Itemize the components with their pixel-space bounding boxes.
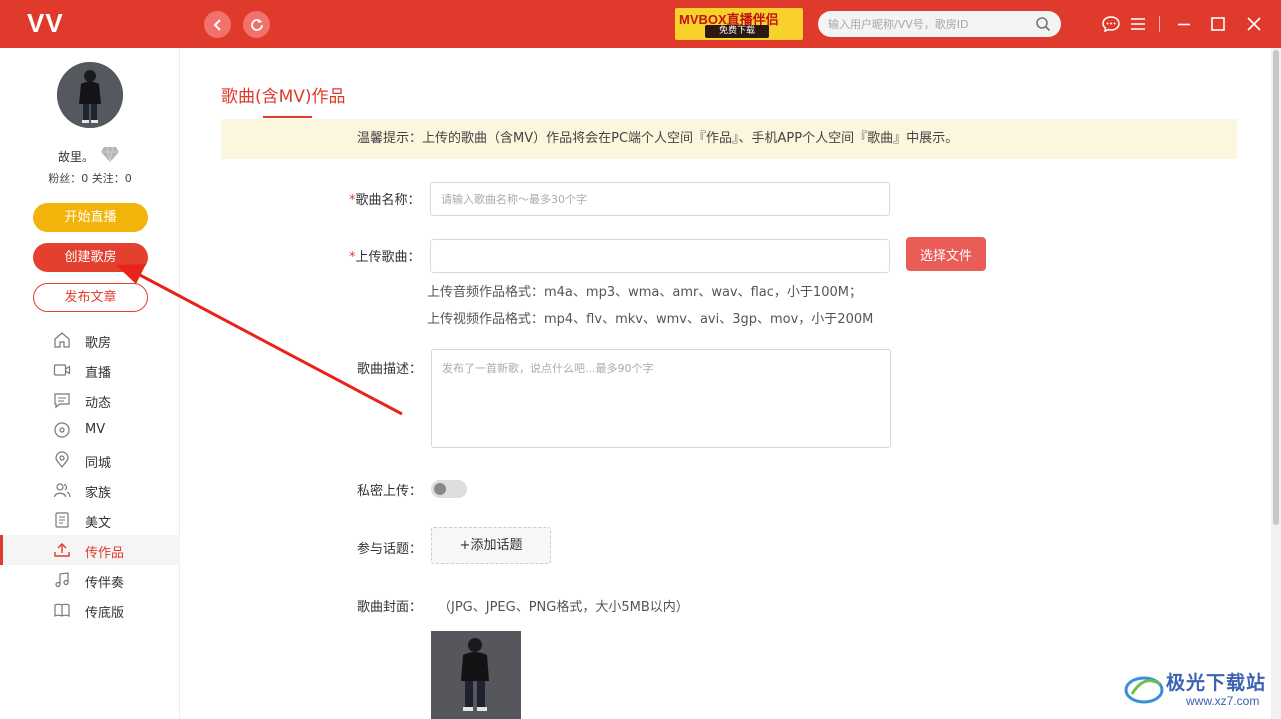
audio-format-hint: 上传音频作品格式：m4a、mp3、wma、amr、wav、flac，小于100M… [427,285,862,300]
song-description-label: 歌曲描述： [357,362,423,377]
sidebar-item-label: 同城 [85,456,112,471]
maximize-icon [1211,17,1225,31]
upload-icon [54,543,70,557]
home-icon [54,332,70,348]
sidebar-item-upload-accompaniment[interactable]: 传伴奏 [0,565,180,595]
sidebar-item-label: 动态 [85,396,112,411]
scrollbar-thumb[interactable] [1273,50,1279,525]
search-box [818,11,1061,37]
disc-icon [54,422,70,438]
close-icon [1247,17,1261,31]
ad-download-label: 免费下载 [705,25,769,38]
file-path-field[interactable] [430,239,890,273]
upload-song-label-text: 上传歌曲： [355,250,421,265]
toggle-knob [434,483,446,495]
song-name-label: *歌曲名称： [349,189,421,208]
app-logo: VV [27,8,64,38]
back-button[interactable] [204,11,231,38]
create-room-button[interactable]: 创建歌房 [33,243,148,272]
cover-label: 歌曲封面： [357,600,423,615]
vertical-scrollbar[interactable] [1271,48,1281,719]
sidebar-nav: 歌房 直播 动态 MV 同城 家族 美文 传作品 传伴奏 传底版 [0,325,180,625]
chevron-left-icon [213,18,221,31]
sidebar-item-label: 传作品 [85,546,125,561]
sidebar-item-upload-backing[interactable]: 传底版 [0,595,180,625]
sidebar-item-label: 家族 [85,486,112,501]
refresh-button[interactable] [243,11,270,38]
private-upload-label: 私密上传： [357,484,423,499]
location-icon [55,451,69,468]
book-icon [54,603,70,617]
article-icon [55,512,69,528]
refresh-icon [250,18,263,31]
upload-song-label: *上传歌曲： [349,246,421,265]
cover-format-note: （JPG、JPEG、PNG格式，大小5MB以内） [438,600,689,615]
search-input[interactable] [828,14,1028,34]
start-live-button[interactable]: 开始直播 [33,203,148,232]
publish-article-button[interactable]: 发布文章 [33,283,148,312]
watermark-url: www.xz7.com [1186,694,1260,708]
avatar-photo [57,62,123,128]
messages-button[interactable] [1099,12,1123,36]
close-button[interactable] [1242,12,1266,36]
sidebar-item-live[interactable]: 直播 [0,355,180,385]
song-name-input[interactable] [430,182,890,216]
sidebar-item-label: 美文 [85,516,112,531]
follower-stats: 粉丝：0 关注：0 [48,172,132,185]
minimize-button[interactable] [1172,12,1196,36]
maximize-button[interactable] [1206,12,1230,36]
choose-file-button[interactable]: 选择文件 [906,237,986,271]
song-description-textarea[interactable] [431,349,891,448]
sidebar-item-label: MV [85,422,106,437]
song-name-label-text: 歌曲名称： [355,193,421,208]
sidebar-item-label: 传底版 [85,606,125,621]
minimize-icon [1178,23,1190,26]
title-underline [263,116,312,118]
menu-button[interactable] [1126,12,1150,36]
sidebar-item-family[interactable]: 家族 [0,475,180,505]
sidebar: 故里。 粉丝：0 关注：0 开始直播 创建歌房 发布文章 歌房 直播 动态 MV… [0,48,180,719]
sidebar-item-articles[interactable]: 美文 [0,505,180,535]
sidebar-item-upload-works[interactable]: 传作品 [0,535,180,565]
mvbox-ad-banner[interactable]: MVBOX直播伴侣 免费下载 [675,8,803,40]
family-icon [53,483,71,498]
avatar[interactable] [57,62,123,128]
sidebar-item-local[interactable]: 同城 [0,445,180,475]
sidebar-item-label: 直播 [85,366,112,381]
search-icon[interactable] [1035,16,1051,32]
title-bar: VV MVBOX直播伴侣 免费下载 [0,0,1281,48]
notice-banner: 温馨提示：上传的歌曲（含MV）作品将会在PC端个人空间『作品』、手机APP个人空… [221,119,1237,159]
watermark-text: 极光下载站 [1166,673,1267,694]
cover-image[interactable] [431,631,521,719]
page-title: 歌曲(含MV)作品 [221,87,346,107]
sidebar-item-feed[interactable]: 动态 [0,385,180,415]
divider [1159,16,1160,32]
chat-icon [1102,16,1120,33]
sidebar-item-song-room[interactable]: 歌房 [0,325,180,355]
add-topic-button[interactable]: +添加话题 [431,527,551,564]
music-note-icon [55,572,69,588]
topic-label: 参与话题： [357,542,423,557]
sidebar-item-label: 传伴奏 [85,576,125,591]
menu-icon [1131,18,1145,30]
cover-photo [431,631,521,719]
message-icon [54,393,70,409]
username: 故里。 [58,150,95,164]
upload-works-panel: 歌曲(含MV)作品 温馨提示：上传的歌曲（含MV）作品将会在PC端个人空间『作品… [181,48,1271,719]
video-icon [53,364,71,376]
sidebar-item-label: 歌房 [85,336,112,351]
video-format-hint: 上传视频作品格式：mp4、flv、mkv、wmv、avi、3gp、mov，小于2… [427,312,874,327]
diamond-icon [101,146,119,163]
sidebar-item-mv[interactable]: MV [0,415,180,445]
private-upload-toggle[interactable] [431,480,467,498]
